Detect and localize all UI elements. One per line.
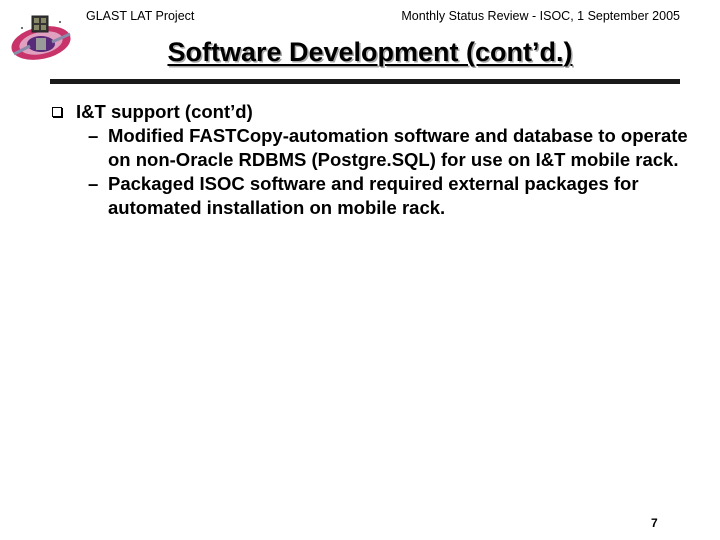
title-divider (50, 79, 680, 84)
slide-content: I&T support (cont’d) – Modified FASTCopy… (50, 100, 690, 220)
bullet-text: I&T support (cont’d) (76, 101, 253, 122)
header-review: Monthly Status Review - ISOC, 1 Septembe… (401, 9, 680, 23)
dash-marker: – (88, 173, 99, 194)
sub-item-text: Modified FASTCopy-automation software an… (108, 125, 688, 170)
dash-marker: – (88, 125, 99, 146)
slide-title: Software Development (cont’d.) (167, 37, 573, 67)
header-project: GLAST LAT Project (86, 9, 195, 23)
square-bullet-icon (52, 107, 62, 117)
sub-item: – Modified FASTCopy-automation software … (50, 124, 690, 172)
sub-item-text: Packaged ISOC software and required exte… (108, 173, 639, 218)
sub-item: – Packaged ISOC software and required ex… (50, 172, 690, 220)
page-number: 7 (651, 516, 658, 530)
bullet-item: I&T support (cont’d) (50, 100, 690, 124)
